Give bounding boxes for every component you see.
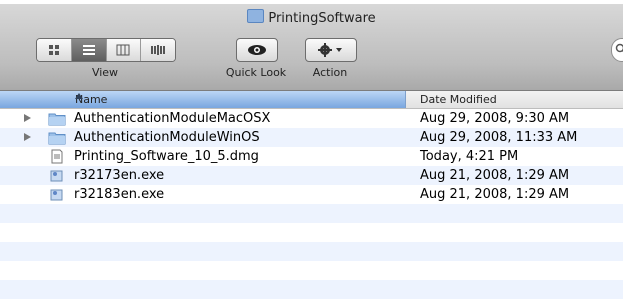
name-column-header[interactable]: Name — [0, 91, 406, 108]
file-date: Aug 21, 2008, 1:29 AM — [420, 166, 569, 185]
icon-view-button[interactable] — [37, 39, 72, 61]
empty-row — [0, 242, 623, 261]
file-date: Aug 21, 2008, 1:29 AM — [420, 185, 569, 204]
list-item[interactable]: r32173en.exe Aug 21, 2008, 1:29 AM — [0, 166, 623, 185]
empty-row — [0, 280, 623, 299]
folder-icon — [48, 111, 66, 126]
date-modified-column-header[interactable]: Date Modified — [420, 93, 497, 106]
finder-toolbar: PrintingSoftware — [0, 4, 623, 91]
list-item[interactable]: AuthenticationModuleWinOS Aug 29, 2008, … — [0, 128, 623, 147]
coverflow-view-button[interactable] — [141, 39, 175, 61]
gear-icon — [317, 43, 345, 57]
search-field[interactable] — [611, 38, 623, 62]
file-name: r32173en.exe — [74, 166, 164, 185]
list-item[interactable]: r32183en.exe Aug 21, 2008, 1:29 AM — [0, 185, 623, 204]
empty-row — [0, 204, 623, 223]
column-view-icon — [116, 44, 130, 56]
disclosure-triangle-icon[interactable] — [24, 114, 31, 122]
action-label: Action — [305, 66, 355, 79]
file-date: Aug 29, 2008, 11:33 AM — [420, 128, 577, 147]
quick-look-label: Quick Look — [220, 66, 292, 79]
window-title-text: PrintingSoftware — [268, 11, 375, 26]
empty-row — [0, 223, 623, 242]
view-label: View — [36, 66, 174, 79]
coverflow-view-icon — [150, 44, 166, 56]
file-list: AuthenticationModuleMacOSX Aug 29, 2008,… — [0, 109, 623, 299]
disclosure-triangle-icon[interactable] — [24, 133, 31, 141]
eye-icon — [247, 44, 267, 56]
file-date: Today, 4:21 PM — [420, 147, 518, 166]
sort-ascending-icon — [75, 93, 83, 99]
file-date: Aug 29, 2008, 9:30 AM — [420, 109, 569, 128]
action-button[interactable] — [305, 38, 357, 62]
executable-icon — [48, 168, 66, 183]
list-header: Name Date Modified — [0, 91, 623, 109]
icon-view-icon — [48, 44, 60, 56]
file-name: Printing_Software_10_5.dmg — [74, 147, 259, 166]
list-item[interactable]: AuthenticationModuleMacOSX Aug 29, 2008,… — [0, 109, 623, 128]
file-name: r32183en.exe — [74, 185, 164, 204]
column-view-button[interactable] — [107, 39, 142, 61]
file-name: AuthenticationModuleWinOS — [74, 128, 260, 147]
view-segmented-control[interactable] — [36, 38, 176, 62]
file-name: AuthenticationModuleMacOSX — [74, 109, 270, 128]
window-title: PrintingSoftware — [0, 9, 623, 26]
folder-icon — [247, 9, 264, 23]
empty-row — [0, 261, 623, 280]
quick-look-button[interactable] — [236, 38, 278, 62]
list-view-button[interactable] — [72, 39, 107, 61]
folder-icon — [48, 130, 66, 145]
list-view-icon — [82, 44, 96, 56]
disk-image-icon — [48, 149, 66, 164]
search-icon — [615, 43, 623, 55]
list-item[interactable]: Printing_Software_10_5.dmg Today, 4:21 P… — [0, 147, 623, 166]
executable-icon — [48, 187, 66, 202]
